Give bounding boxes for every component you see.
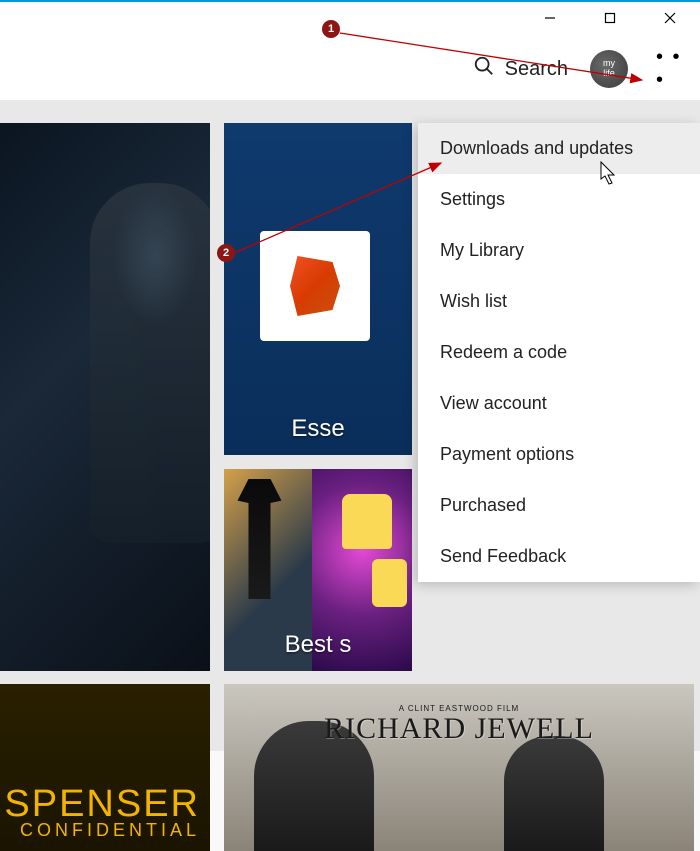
search-icon xyxy=(473,55,495,83)
maximize-button[interactable] xyxy=(580,2,640,34)
menu-item-downloads-and-updates[interactable]: Downloads and updates xyxy=(418,123,700,174)
minimize-icon xyxy=(544,12,556,24)
more-button[interactable]: • • • xyxy=(656,53,688,85)
menu-item-label: My Library xyxy=(440,240,524,261)
mouse-cursor xyxy=(600,161,622,187)
tile-label: Best s xyxy=(224,631,412,659)
best-sellers-tile[interactable]: Best s xyxy=(224,469,412,671)
tile-art xyxy=(504,736,604,851)
menu-item-wish-list[interactable]: Wish list xyxy=(418,276,700,327)
essential-apps-tile[interactable]: Esse xyxy=(224,123,412,455)
minimize-button[interactable] xyxy=(520,2,580,34)
close-button[interactable] xyxy=(640,2,700,34)
avatar-text-2: life xyxy=(603,69,615,79)
tile-art-figure xyxy=(90,183,210,543)
menu-item-label: Downloads and updates xyxy=(440,138,633,159)
annotation-badge-2: 2 xyxy=(217,244,235,262)
movie-subtitle: CONFIDENTIAL xyxy=(20,820,200,841)
menu-item-view-account[interactable]: View account xyxy=(418,378,700,429)
menu-item-label: Payment options xyxy=(440,444,574,465)
menu-item-label: View account xyxy=(440,393,547,414)
more-menu: Downloads and updates Settings My Library W… xyxy=(418,123,700,582)
menu-item-purchased[interactable]: Purchased xyxy=(418,480,700,531)
menu-item-label: Purchased xyxy=(440,495,526,516)
menu-item-payment-options[interactable]: Payment options xyxy=(418,429,700,480)
annotation-badge-1: 1 xyxy=(322,20,340,38)
search-button[interactable]: Search xyxy=(473,55,568,83)
menu-item-send-feedback[interactable]: Send Feedback xyxy=(418,531,700,582)
movie-tile-spenser[interactable]: SPENSER CONFIDENTIAL xyxy=(0,684,210,851)
movie-title: SPENSER xyxy=(4,788,200,820)
window-titlebar xyxy=(0,0,700,38)
toolbar: Search my life • • • xyxy=(0,38,700,100)
tile-art xyxy=(372,559,407,607)
menu-item-label: Wish list xyxy=(440,291,507,312)
menu-item-redeem-a-code[interactable]: Redeem a code xyxy=(418,327,700,378)
content-area: Esse Best s SPENSER CONFIDENTIAL A CLINT… xyxy=(0,100,700,751)
menu-item-my-library[interactable]: My Library xyxy=(418,225,700,276)
close-icon xyxy=(663,11,677,25)
avatar[interactable]: my life xyxy=(590,50,628,88)
menu-item-label: Settings xyxy=(440,189,505,210)
menu-item-settings[interactable]: Settings xyxy=(418,174,700,225)
office-app-icon xyxy=(260,231,370,341)
tile-label: Esse xyxy=(224,415,412,443)
more-icon: • • • xyxy=(656,46,688,92)
maximize-icon xyxy=(604,12,616,24)
tile-art xyxy=(342,494,392,549)
menu-item-label: Redeem a code xyxy=(440,342,567,363)
movie-tile-richard-jewell[interactable]: A CLINT EASTWOOD FILM RICHARD JEWELL xyxy=(224,684,694,851)
movie-title: RICHARD JEWELL xyxy=(324,712,594,746)
featured-tile-left[interactable] xyxy=(0,123,210,671)
search-label: Search xyxy=(505,58,568,81)
menu-item-label: Send Feedback xyxy=(440,546,566,567)
